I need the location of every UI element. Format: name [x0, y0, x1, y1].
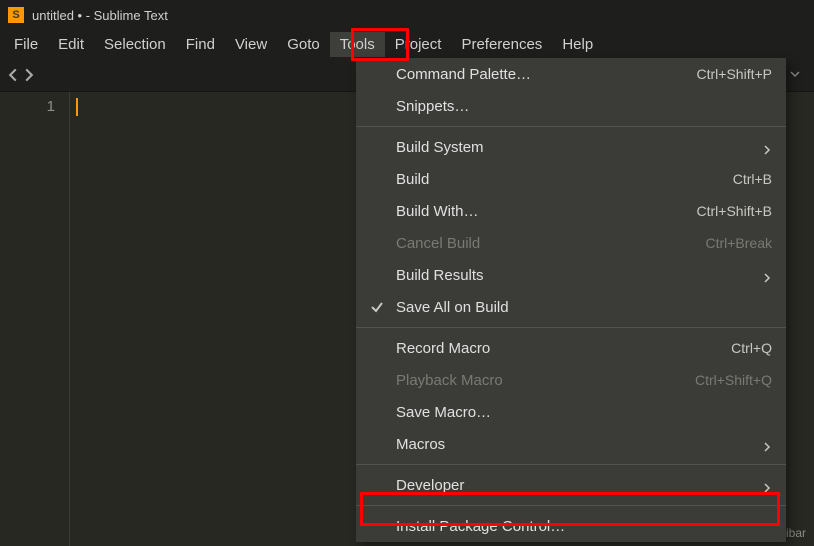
menu-shortcut: Ctrl+Shift+P [697, 66, 772, 82]
menu-label: Build Results [396, 267, 484, 284]
menu-edit[interactable]: Edit [48, 32, 94, 57]
window-title: untitled • - Sublime Text [32, 8, 168, 23]
menu-label: Build With… [396, 203, 479, 220]
menu-developer[interactable]: Developer [356, 469, 786, 501]
menu-build-results[interactable]: Build Results [356, 259, 786, 291]
chevron-right-icon [762, 270, 772, 280]
menu-build-with[interactable]: Build With… Ctrl+Shift+B [356, 195, 786, 227]
menu-label: Macros [396, 436, 445, 453]
menu-label: Command Palette… [396, 66, 531, 83]
menu-cancel-build: Cancel Build Ctrl+Break [356, 227, 786, 259]
menu-label: Record Macro [396, 340, 490, 357]
menu-label: Developer [396, 477, 464, 494]
menu-shortcut: Ctrl+Q [731, 340, 772, 356]
check-icon [370, 300, 384, 314]
menu-find[interactable]: Find [176, 32, 225, 57]
chevron-right-icon [762, 439, 772, 449]
separator [356, 505, 786, 506]
separator [356, 126, 786, 127]
menu-shortcut: Ctrl+B [733, 171, 772, 187]
caret [76, 98, 78, 116]
menu-label: Cancel Build [396, 235, 480, 252]
fold-arrows[interactable] [6, 68, 36, 82]
separator [356, 327, 786, 328]
arrow-right-icon [22, 68, 36, 82]
menu-label: Build System [396, 139, 484, 156]
menu-snippets[interactable]: Snippets… [356, 90, 786, 122]
separator [356, 464, 786, 465]
arrow-left-icon [6, 68, 20, 82]
menu-label: Playback Macro [396, 372, 503, 389]
menu-goto[interactable]: Goto [277, 32, 330, 57]
menu-label: Install Package Control… [396, 518, 565, 535]
tools-dropdown: Command Palette… Ctrl+Shift+P Snippets… … [356, 58, 786, 542]
menu-command-palette[interactable]: Command Palette… Ctrl+Shift+P [356, 58, 786, 90]
menu-save-all-on-build[interactable]: Save All on Build [356, 291, 786, 323]
menu-build-system[interactable]: Build System [356, 131, 786, 163]
menu-build[interactable]: Build Ctrl+B [356, 163, 786, 195]
gutter: 1 [0, 92, 70, 546]
menu-selection[interactable]: Selection [94, 32, 176, 57]
menu-label: Save All on Build [396, 299, 509, 316]
titlebar: S untitled • - Sublime Text [0, 0, 814, 30]
menu-file[interactable]: File [4, 32, 48, 57]
menu-label: Save Macro… [396, 404, 491, 421]
menu-help[interactable]: Help [552, 32, 603, 57]
menu-shortcut: Ctrl+Break [705, 235, 772, 251]
menu-shortcut: Ctrl+Shift+Q [695, 372, 772, 388]
menu-record-macro[interactable]: Record Macro Ctrl+Q [356, 332, 786, 364]
menu-save-macro[interactable]: Save Macro… [356, 396, 786, 428]
chevron-right-icon [762, 480, 772, 490]
menubar: File Edit Selection Find View Goto Tools… [0, 30, 814, 58]
menu-tools[interactable]: Tools [330, 32, 385, 57]
menu-view[interactable]: View [225, 32, 277, 57]
app-logo-icon: S [8, 7, 24, 23]
menu-macros[interactable]: Macros [356, 428, 786, 460]
line-number: 1 [6, 98, 55, 115]
chevron-right-icon [762, 142, 772, 152]
menu-preferences[interactable]: Preferences [451, 32, 552, 57]
menu-playback-macro: Playback Macro Ctrl+Shift+Q [356, 364, 786, 396]
menu-install-package-control[interactable]: Install Package Control… [356, 510, 786, 542]
menu-label: Snippets… [396, 98, 469, 115]
menu-project[interactable]: Project [385, 32, 452, 57]
menu-label: Build [396, 171, 429, 188]
menu-shortcut: Ctrl+Shift+B [697, 203, 772, 219]
